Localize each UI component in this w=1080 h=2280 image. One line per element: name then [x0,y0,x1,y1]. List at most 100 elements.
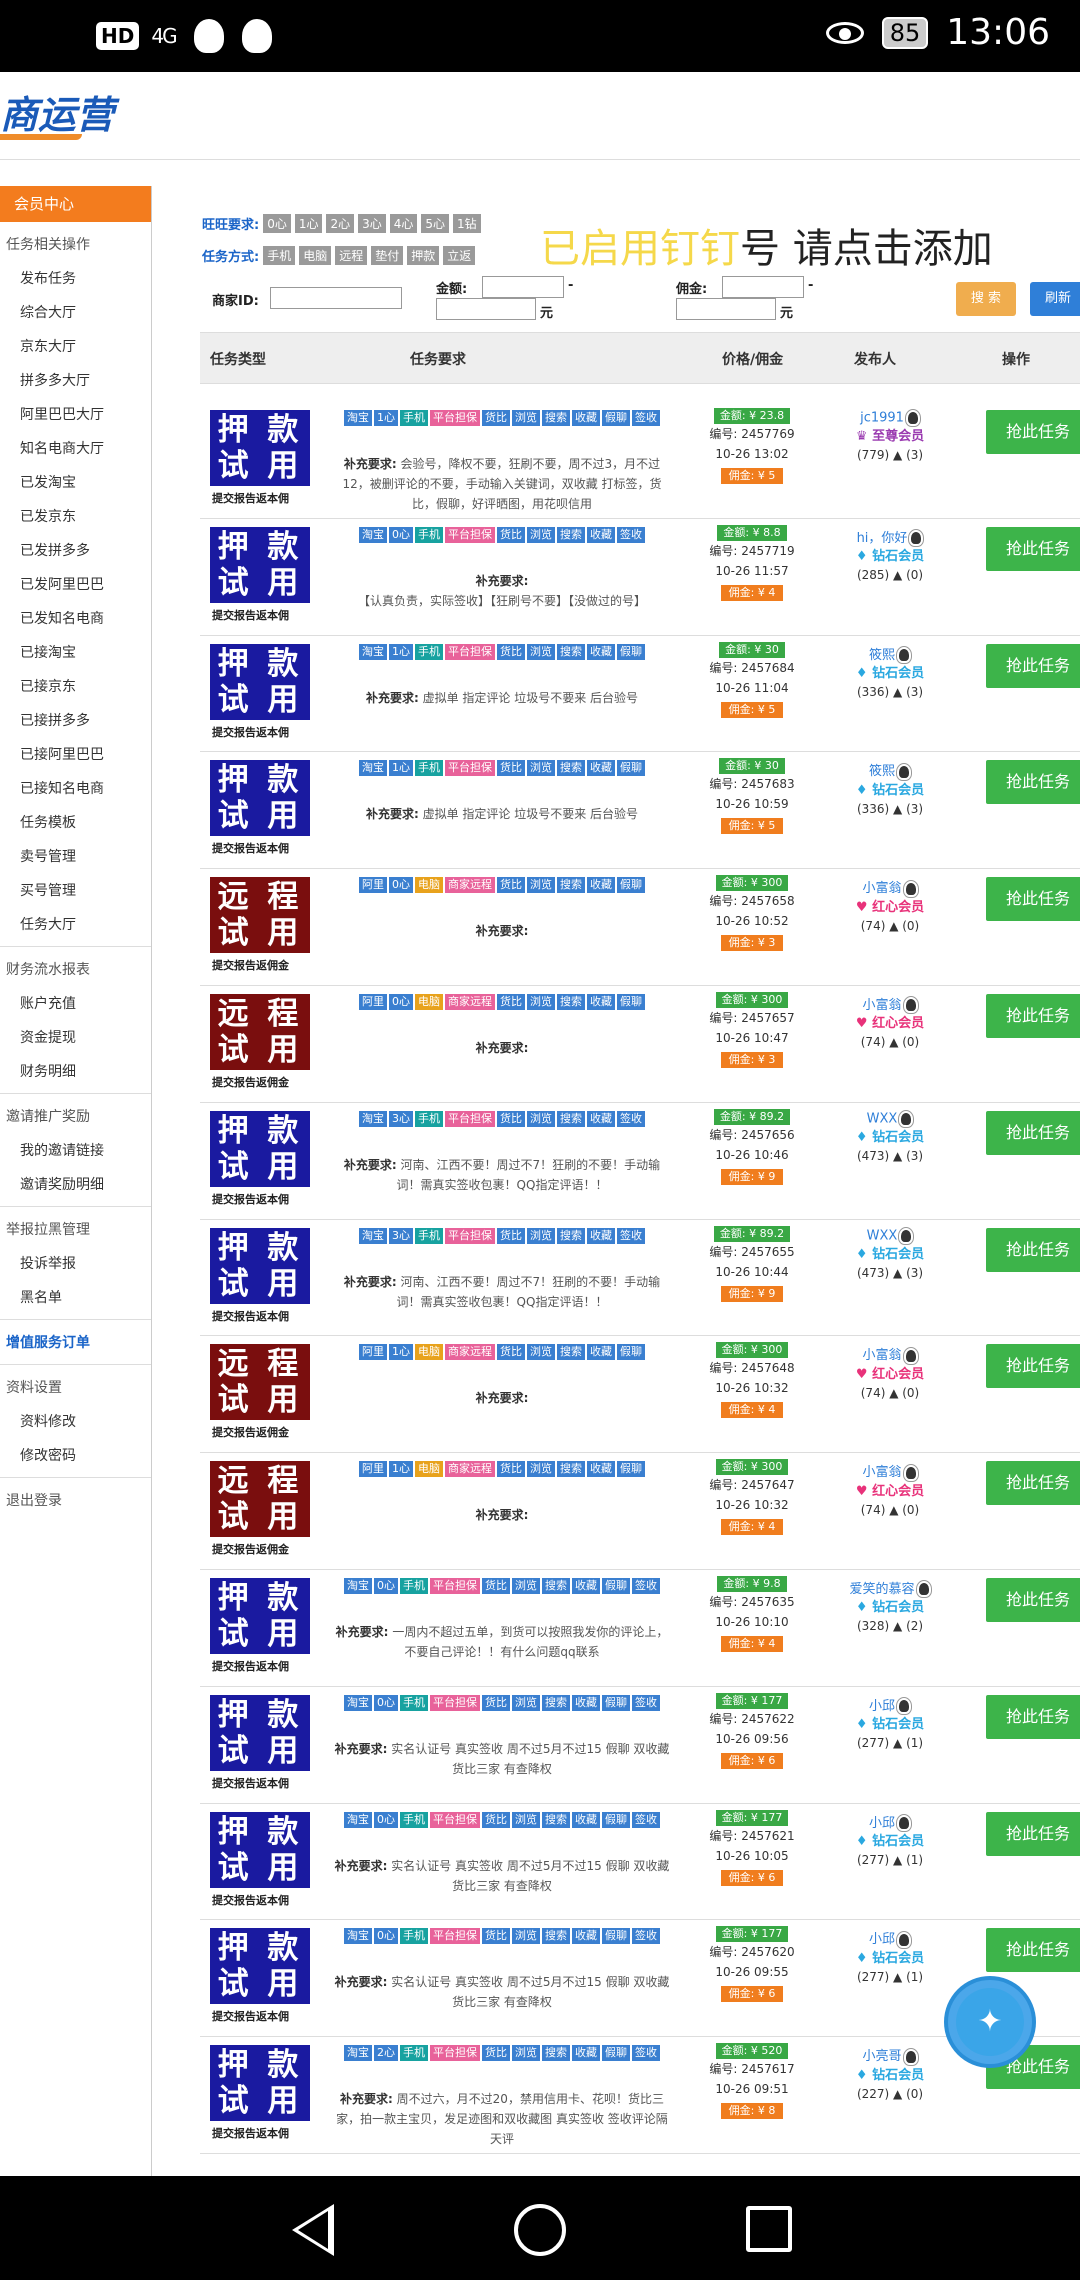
publisher-name[interactable]: 小亮哥 [862,2049,901,2064]
method-chip[interactable]: 电脑 [299,246,332,265]
sidebar-item[interactable]: 资料修改 [0,1405,151,1439]
wangwang-chip[interactable]: 1心 [294,214,323,233]
refresh-button[interactable]: 刷新 [1030,282,1080,316]
method-chip[interactable]: 立返 [443,246,476,265]
amount-min-input[interactable] [482,276,564,298]
method-chip[interactable]: 远程 [335,246,368,265]
method-chip[interactable]: 押款 [407,246,440,265]
publisher-name[interactable]: 小富翁 [862,1348,901,1363]
wangwang-chip[interactable]: 4心 [389,214,418,233]
sidebar-item[interactable]: 黑名单 [0,1281,151,1315]
sidebar-item[interactable]: 已接拼多多 [0,704,151,738]
sidebar-item[interactable]: 任务模板 [0,806,151,840]
back-icon[interactable] [292,2204,334,2256]
qq-icon[interactable] [898,1109,915,1128]
merchant-id-input[interactable] [270,287,402,309]
wangwang-chip[interactable]: 0心 [263,214,291,233]
sidebar-item[interactable]: 买号管理 [0,874,151,908]
sidebar-item[interactable]: 已接知名电商 [0,772,151,806]
floating-add-button[interactable]: ✦ [948,1980,1032,2064]
sidebar-item[interactable]: 综合大厅 [0,296,151,330]
publisher-name[interactable]: 筱熙 [869,764,895,779]
publisher-name[interactable]: WXX [867,1111,898,1126]
grab-task-button[interactable]: 抢此任务 [986,877,1080,922]
home-icon[interactable] [514,2204,566,2256]
qq-icon[interactable] [908,529,925,548]
sidebar-item[interactable]: 已发淘宝 [0,466,151,500]
sidebar-group-title[interactable]: 增值服务订单 [0,1326,151,1360]
sidebar-item-member-center[interactable]: 会员中心 [0,186,151,222]
grab-task-button[interactable]: 抢此任务 [986,1110,1080,1155]
qq-icon[interactable] [915,1580,932,1599]
sidebar-item[interactable]: 已接淘宝 [0,636,151,670]
method-chip[interactable]: 手机 [263,246,296,265]
sidebar-group-title[interactable]: 退出登录 [0,1484,151,1518]
wangwang-chip[interactable]: 5心 [421,214,450,233]
qq-icon[interactable] [902,1346,919,1365]
grab-task-button[interactable]: 抢此任务 [986,643,1080,688]
grab-task-button[interactable]: 抢此任务 [986,1694,1080,1739]
sidebar-item[interactable]: 已发知名电商 [0,602,151,636]
sidebar-item[interactable]: 发布任务 [0,262,151,296]
sidebar-item[interactable]: 修改密码 [0,1439,151,1473]
dingding-banner[interactable]: 已启用钉钉号 请点击添加 [540,216,993,274]
qq-icon[interactable] [898,1226,915,1245]
sidebar-item[interactable]: 已发京东 [0,500,151,534]
sidebar-item[interactable]: 卖号管理 [0,840,151,874]
grab-task-button[interactable]: 抢此任务 [986,410,1080,454]
publisher-name[interactable]: 筱熙 [869,648,895,663]
qq-icon[interactable] [902,2047,919,2066]
publisher-name[interactable]: WXX [867,1228,898,1243]
grab-task-button[interactable]: 抢此任务 [986,993,1080,1038]
sidebar-item[interactable]: 任务大厅 [0,908,151,942]
qq-icon[interactable] [902,996,919,1015]
sidebar-item[interactable]: 已接阿里巴巴 [0,738,151,772]
wangwang-chip[interactable]: 2心 [326,214,355,233]
sidebar-item[interactable]: 京东大厅 [0,330,151,364]
grab-task-button[interactable]: 抢此任务 [986,1811,1080,1856]
sidebar-item[interactable]: 拼多多大厅 [0,364,151,398]
sidebar-item[interactable]: 投诉举报 [0,1247,151,1281]
sidebar-item[interactable]: 已发拼多多 [0,534,151,568]
grab-task-button[interactable]: 抢此任务 [986,1928,1080,1973]
publisher-name[interactable]: 小富翁 [862,881,901,896]
publisher-name[interactable]: 小富翁 [862,1465,901,1480]
sidebar-item[interactable]: 资金提现 [0,1021,151,1055]
grab-task-button[interactable]: 抢此任务 [986,1461,1080,1506]
qq-icon[interactable] [896,1814,912,1833]
commission-max-input[interactable] [676,298,776,320]
recent-apps-icon[interactable] [746,2206,792,2252]
qq-icon[interactable] [896,762,912,781]
sidebar-item[interactable]: 账户充值 [0,987,151,1021]
grab-task-button[interactable]: 抢此任务 [986,526,1080,571]
qq-icon[interactable] [902,879,919,898]
qq-icon[interactable] [896,1930,912,1949]
publisher-name[interactable]: 小邱 [869,1932,895,1947]
publisher-name[interactable]: hi，你好 [857,531,908,546]
publisher-name[interactable]: jc1991 [860,411,904,426]
sidebar-item[interactable]: 已发阿里巴巴 [0,568,151,602]
sidebar-item[interactable]: 阿里巴巴大厅 [0,398,151,432]
grab-task-button[interactable]: 抢此任务 [986,760,1080,805]
amount-max-input[interactable] [436,298,536,320]
qq-icon[interactable] [902,1463,919,1482]
grab-task-button[interactable]: 抢此任务 [986,1577,1080,1622]
wangwang-chip[interactable]: 3心 [358,214,386,233]
publisher-name[interactable]: 小邱 [869,1699,895,1714]
method-chip[interactable]: 垫付 [371,246,404,265]
sidebar-item[interactable]: 邀请奖励明细 [0,1168,151,1202]
sidebar-item[interactable]: 财务明细 [0,1055,151,1089]
site-logo[interactable]: 商运营 [0,84,114,139]
grab-task-button[interactable]: 抢此任务 [986,1344,1080,1389]
wangwang-chip[interactable]: 1钻 [453,214,481,233]
publisher-name[interactable]: 小邱 [869,1816,895,1831]
publisher-name[interactable]: 爱笑的慕容 [849,1582,914,1597]
publisher-name[interactable]: 小富翁 [862,998,901,1013]
search-button[interactable]: 搜 索 [956,282,1016,316]
qq-icon[interactable] [904,409,921,427]
qq-icon[interactable] [896,646,912,665]
grab-task-button[interactable]: 抢此任务 [986,1227,1080,1272]
qq-icon[interactable] [896,1697,912,1716]
sidebar-item[interactable]: 知名电商大厅 [0,432,151,466]
sidebar-item[interactable]: 已接京东 [0,670,151,704]
